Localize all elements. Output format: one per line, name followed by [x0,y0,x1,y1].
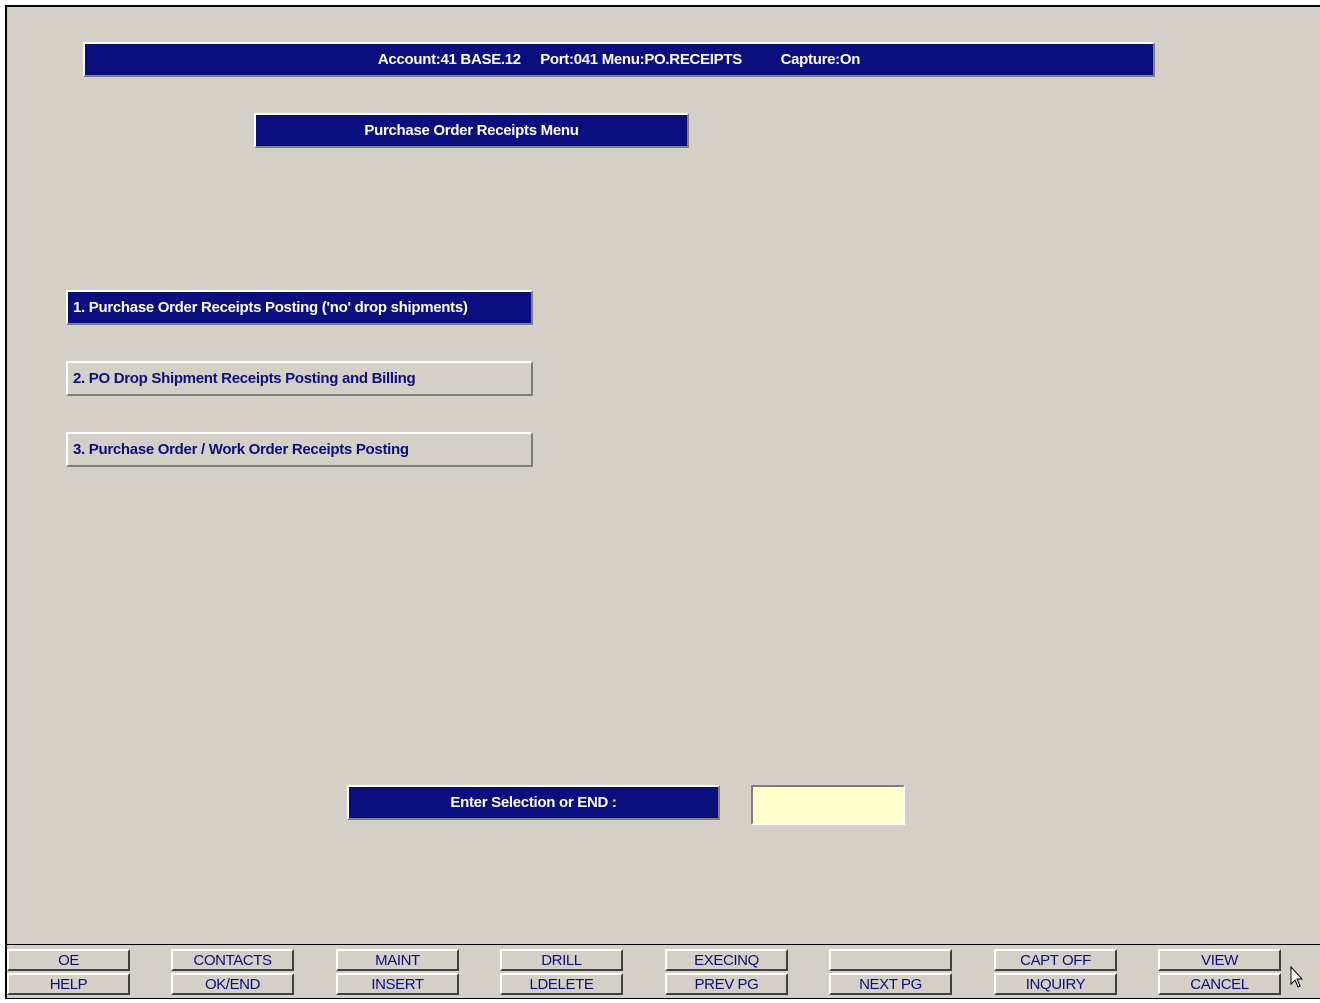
status-header-bar: Account:41 BASE.12 Port:041 Menu:PO.RECE… [83,42,1155,77]
fkey-ok-end-button[interactable]: OK/END [171,973,294,995]
terminal-screen: Account:41 BASE.12 Port:041 Menu:PO.RECE… [5,5,1320,999]
port-menu-label: Port:041 Menu:PO.RECEIPTS [540,51,742,68]
fkey-prev-pg-button[interactable]: PREV PG [665,973,788,995]
fkey-view-button[interactable]: VIEW [1158,949,1281,971]
menu-option-2[interactable]: 2. PO Drop Shipment Receipts Posting and… [66,361,533,396]
fkey-contacts-button[interactable]: CONTACTS [171,949,294,971]
menu-option-1[interactable]: 1. Purchase Order Receipts Posting ('no'… [66,290,533,325]
fkey-ldelete-button[interactable]: LDELETE [500,973,623,995]
menu-option-3[interactable]: 3. Purchase Order / Work Order Receipts … [66,432,533,467]
fkey-maint-button[interactable]: MAINT [336,949,459,971]
fkey-execinq-button[interactable]: EXECINQ [665,949,788,971]
capture-label: Capture:On [780,51,861,68]
selection-prompt-label: Enter Selection or END : [347,785,720,820]
mouse-pointer-icon [1290,966,1304,988]
fkey-help-button[interactable]: HELP [7,973,130,995]
fkey-oe-button[interactable]: OE [7,949,130,971]
menu-title: Purchase Order Receipts Menu [254,113,689,148]
fkey-next-pg-button[interactable]: NEXT PG [829,973,952,995]
selection-input[interactable] [751,785,905,825]
fkey-capt-off-button[interactable]: CAPT OFF [994,949,1117,971]
function-key-bar: OE CONTACTS MAINT DRILL EXECINQ CAPT OFF… [7,944,1320,998]
account-label: Account:41 BASE.12 [377,51,521,68]
fkey-drill-button[interactable]: DRILL [500,949,623,971]
fkey-cancel-button[interactable]: CANCEL [1158,973,1281,995]
fkey-blank-button[interactable] [829,949,952,971]
fkey-insert-button[interactable]: INSERT [336,973,459,995]
fkey-inquiry-button[interactable]: INQUIRY [994,973,1117,995]
